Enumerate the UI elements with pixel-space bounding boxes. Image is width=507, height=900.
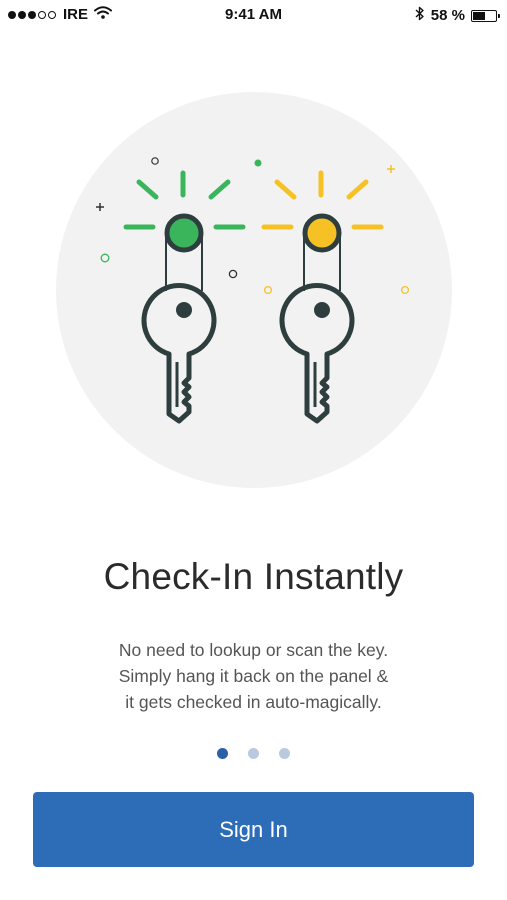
battery-icon xyxy=(471,9,500,22)
sparkle-dot-icon xyxy=(254,159,262,167)
description-line: it gets checked in auto-magically. xyxy=(125,692,382,712)
bluetooth-icon xyxy=(415,6,425,25)
page-dot-active[interactable] xyxy=(217,748,228,759)
battery-percentage: 58 % xyxy=(430,7,465,24)
status-right: 58 % xyxy=(415,6,500,25)
keys-illustration xyxy=(56,92,452,488)
onboarding-title: Check-In Instantly xyxy=(103,556,404,597)
description-line: Simply hang it back on the panel & xyxy=(118,666,389,686)
battery-cap xyxy=(498,13,500,18)
page-indicator xyxy=(0,748,507,759)
onboarding-description: No need to lookup or scan the key. Simpl… xyxy=(40,637,467,715)
page-dot[interactable] xyxy=(248,748,259,759)
illustration-background-circle xyxy=(56,92,452,488)
page-dot[interactable] xyxy=(279,748,290,759)
sign-in-button[interactable]: Sign In xyxy=(33,792,474,867)
battery-fill xyxy=(473,11,485,20)
status-bar: IRE 9:41 AM 58 % xyxy=(0,0,507,30)
description-line: No need to lookup or scan the key. xyxy=(118,640,389,660)
